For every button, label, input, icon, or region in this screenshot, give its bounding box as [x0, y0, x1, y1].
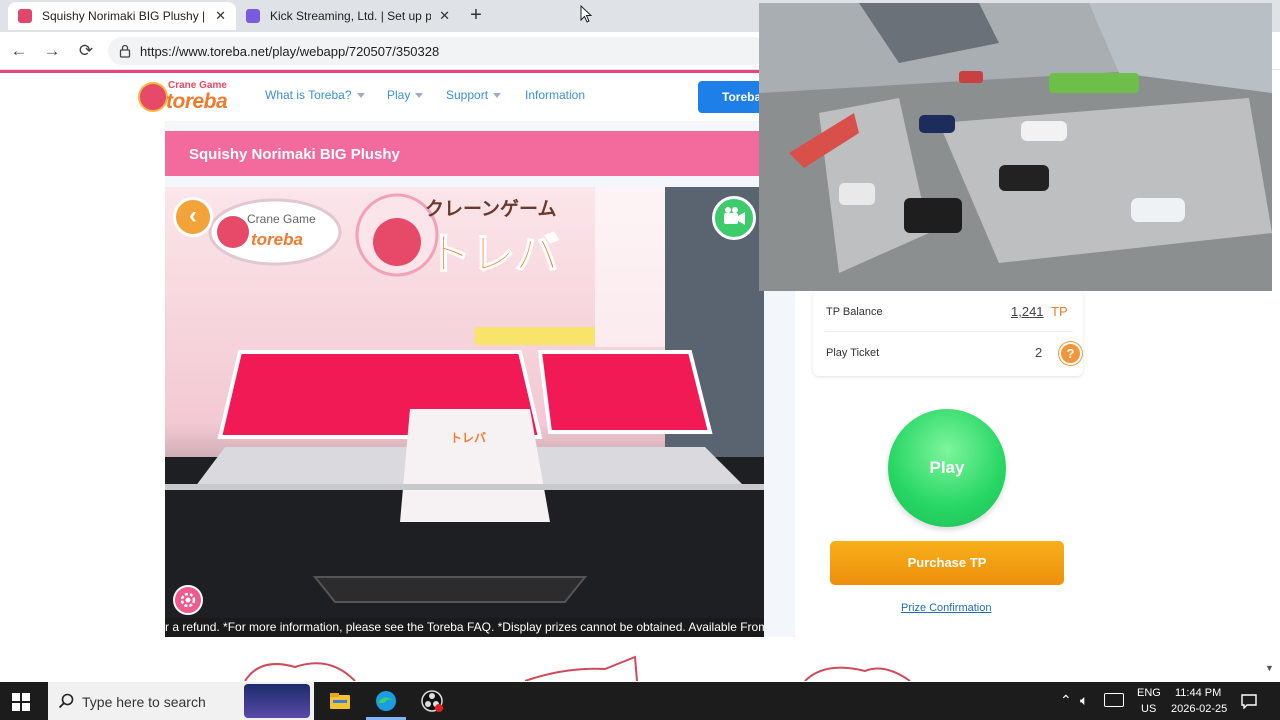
machine-sign-text: Crane Game [247, 212, 316, 226]
prize-title: Squishy Norimaki BIG Plushy [189, 146, 400, 163]
nav-play[interactable]: Play [387, 88, 424, 102]
nav-label: Play [387, 88, 411, 102]
machine-sign-logo: toreba [251, 230, 303, 249]
chevron-down-icon [356, 92, 365, 98]
url-text: https://www.toreba.net/play/webapp/72050… [140, 43, 440, 59]
machine-banner-text: クレーンゲーム [425, 198, 556, 220]
nav-label: Support [446, 88, 489, 102]
language-code[interactable]: ENG [1137, 687, 1161, 699]
crane-machine-scene: Crane Game toreba クレーンゲーム トレバ トレバ [165, 187, 764, 618]
toreba-favicon-icon [18, 9, 32, 23]
chevron-up-icon[interactable]: ⌃ [1060, 692, 1072, 709]
mouse-cursor-icon [580, 5, 592, 23]
logo-mascot-icon [138, 82, 168, 112]
taskbar-search-box[interactable]: Type here to search [48, 682, 314, 720]
play-button[interactable]: Play [888, 409, 1006, 527]
nav-support[interactable]: Support [446, 88, 502, 102]
logo-wordmark: toreba [166, 90, 228, 113]
windows-start-icon[interactable] [12, 693, 30, 711]
notice-ticker: r a refund. *For more information, pleas… [165, 618, 764, 637]
header-cta-button[interactable]: Toreba [698, 81, 768, 113]
nav-what-is-toreba[interactable]: What is Toreba? [265, 88, 365, 102]
clock-time[interactable]: 11:44 PM [1175, 687, 1221, 699]
divider [825, 331, 1073, 332]
clock-date: 2026-02-25 [1171, 703, 1228, 715]
windows-taskbar: Type here to search ⌃ 🔈︎ ENG US 11:44 PM… [0, 682, 1280, 720]
tab-kick-streaming[interactable]: Kick Streaming, Ltd. | Set up paym ✕ [236, 2, 460, 30]
back-button[interactable]: ‹ [173, 197, 213, 237]
chevron-down-icon [493, 92, 502, 98]
search-icon [58, 693, 74, 709]
scroll-down-icon[interactable]: ▼ [1265, 663, 1274, 673]
site-info-icon[interactable] [118, 44, 132, 58]
edge-browser-icon[interactable] [374, 689, 398, 713]
tab-title: Squishy Norimaki BIG Plushy | Cla [42, 9, 207, 23]
nav-label: Information [525, 88, 586, 102]
prize-title-bar: Squishy Norimaki BIG Plushy [165, 131, 760, 176]
gear-icon [180, 592, 196, 608]
crane-game-video: Crane Game toreba クレーンゲーム トレバ トレバ [165, 187, 764, 618]
purchase-tp-button[interactable]: Purchase TP [830, 541, 1064, 585]
camera-switch-button[interactable] [712, 196, 756, 240]
nav-label: What is Toreba? [265, 88, 352, 102]
address-bar[interactable]: https://www.toreba.net/play/webapp/72050… [108, 37, 768, 65]
video-camera-icon [724, 207, 745, 225]
reload-icon[interactable]: ⟳ [75, 40, 97, 62]
play-ticket-value: 2 [1035, 345, 1043, 360]
search-placeholder: Type here to search [82, 694, 206, 710]
nav-information[interactable]: Information [525, 88, 585, 102]
decorative-banner [165, 637, 1102, 681]
prize-card-logo: トレバ [450, 431, 486, 445]
close-tab-icon[interactable]: ✕ [439, 8, 450, 24]
volume-icon[interactable]: 🔈︎ [1080, 692, 1088, 709]
language-region: US [1141, 703, 1157, 715]
obs-recorder-icon[interactable] [420, 689, 444, 713]
settings-button[interactable] [173, 585, 203, 615]
prize-confirmation-link[interactable]: Prize Confirmation [901, 602, 991, 614]
kick-favicon-icon [246, 9, 260, 23]
cat-ears-illustration [244, 655, 911, 681]
picture-in-picture-video[interactable] [759, 3, 1272, 291]
notification-icon[interactable] [1241, 693, 1257, 709]
file-explorer-icon[interactable] [328, 689, 352, 713]
keyboard-icon[interactable] [1104, 693, 1124, 707]
balance-card [813, 290, 1083, 376]
toreba-logo[interactable]: Crane Game toreba [138, 78, 244, 116]
tp-unit: TP [1051, 304, 1068, 319]
chevron-down-icon [415, 92, 424, 98]
back-arrow-icon[interactable]: ← [8, 40, 30, 62]
search-highlight-image [244, 684, 310, 718]
tp-balance-value: 1,241 [1011, 304, 1044, 319]
play-ticket-label: Play Ticket [826, 347, 880, 359]
machine-banner-logo: トレバ [427, 229, 559, 280]
help-icon[interactable]: ? [1059, 342, 1082, 365]
forward-arrow-icon[interactable]: → [41, 40, 63, 62]
street-crossing-scene [759, 3, 1272, 291]
tab-title: Kick Streaming, Ltd. | Set up paym [270, 9, 432, 23]
tab-squishy-norimaki[interactable]: Squishy Norimaki BIG Plushy | Cla ✕ [8, 2, 236, 30]
new-tab-icon[interactable]: + [466, 4, 486, 26]
tp-balance-label: TP Balance [826, 306, 883, 318]
close-tab-icon[interactable]: ✕ [215, 8, 226, 24]
